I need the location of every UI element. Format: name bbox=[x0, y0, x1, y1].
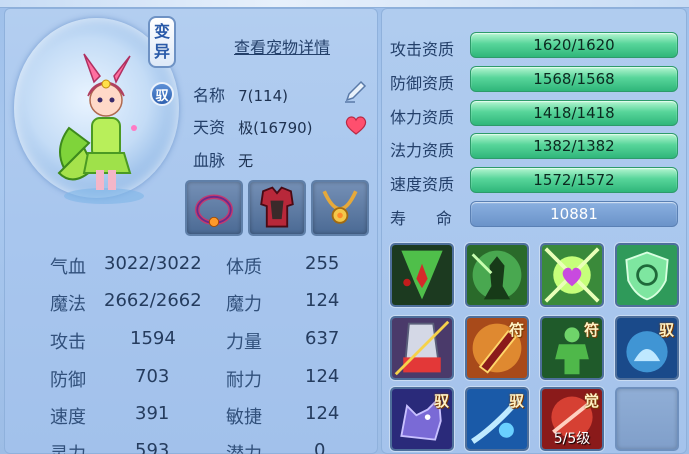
skill-slot-10[interactable]: 驭 bbox=[465, 387, 529, 451]
stat-value-hp: 3022/3022 bbox=[104, 253, 202, 274]
armor-strike-icon bbox=[392, 318, 452, 378]
stat-value-speed: 391 bbox=[135, 403, 170, 424]
skill-slot-7[interactable]: 符 bbox=[540, 316, 604, 380]
skill-slot-11[interactable]: 觉 5/5级 bbox=[540, 387, 604, 451]
skill-slot-6[interactable]: 符 bbox=[465, 316, 529, 380]
stat-value-mp: 2662/2662 bbox=[104, 290, 202, 311]
favorite-heart-icon[interactable] bbox=[344, 114, 368, 136]
skill-tag-awaken: 觉 bbox=[583, 392, 599, 410]
aptitude-bar-attack: 1620/1620 bbox=[470, 32, 678, 58]
stat-value-potential: 0 bbox=[314, 440, 326, 454]
equip-slot-necklace[interactable] bbox=[311, 180, 369, 236]
stat-label-potential: 潜力 bbox=[226, 440, 262, 454]
rename-pencil-icon[interactable] bbox=[343, 78, 369, 104]
aptitude-bar-mana: 1382/1382 bbox=[470, 133, 678, 159]
skill-slot-5[interactable] bbox=[390, 316, 454, 380]
aptitude-label-defense: 防御资质 bbox=[390, 74, 455, 93]
lifespan-label-b: 命 bbox=[436, 209, 453, 228]
stat-label-endurance: 耐力 bbox=[226, 370, 262, 391]
stat-value-endurance: 124 bbox=[305, 366, 340, 387]
tame-badge: 驭 bbox=[150, 82, 174, 106]
armor-icon bbox=[260, 186, 294, 228]
skill-level: 5/5级 bbox=[553, 431, 591, 447]
lifespan-bar: 10881 bbox=[470, 201, 678, 227]
lifespan-label-a: 寿 bbox=[390, 209, 407, 228]
stat-label-magic: 魔力 bbox=[226, 294, 262, 315]
aptitude-label-mana: 法力资质 bbox=[390, 141, 455, 160]
pet-talent-row: 天资 极(16790) bbox=[193, 114, 313, 138]
shield-guard-icon bbox=[617, 245, 677, 305]
aptitude-bar-defense: 1568/1568 bbox=[470, 66, 678, 92]
view-pet-details-link[interactable]: 查看宠物详情 bbox=[234, 34, 330, 58]
pet-bloodline-value: 无 bbox=[238, 152, 254, 170]
stat-label-strength: 力量 bbox=[226, 332, 262, 353]
stat-value-constitution: 255 bbox=[305, 253, 340, 274]
skill-slot-8[interactable]: 驭 bbox=[615, 316, 679, 380]
mutation-badge-char-2: 异 bbox=[153, 42, 170, 61]
mutation-badge: 变 异 bbox=[148, 16, 176, 68]
lifespan-label: 寿命 bbox=[390, 205, 452, 229]
aptitude-label-speed: 速度资质 bbox=[390, 175, 455, 194]
stat-label-attack: 攻击 bbox=[50, 332, 86, 353]
pet-bloodline-label: 血脉 bbox=[193, 151, 226, 170]
collar-icon bbox=[194, 194, 234, 228]
aptitude-bar-speed: 1572/1572 bbox=[470, 167, 678, 193]
stat-label-agility: 敏捷 bbox=[226, 407, 262, 428]
blood-drain-icon bbox=[392, 245, 452, 305]
skill-slot-4[interactable] bbox=[615, 243, 679, 307]
stat-label-hp: 气血 bbox=[50, 257, 86, 278]
pet-talent-label: 天资 bbox=[193, 118, 226, 137]
aptitude-label-stamina: 体力资质 bbox=[390, 108, 455, 127]
pet-name-value: 7(114) bbox=[238, 87, 288, 105]
stat-value-defense: 703 bbox=[135, 366, 170, 387]
stat-value-strength: 637 bbox=[305, 328, 340, 349]
shadow-warrior-icon bbox=[467, 245, 527, 305]
skill-tag-talisman-2: 符 bbox=[583, 321, 599, 339]
stat-label-defense: 防御 bbox=[50, 370, 86, 391]
aptitude-label-attack: 攻击资质 bbox=[390, 40, 455, 59]
pet-figure-icon bbox=[57, 53, 144, 204]
stat-value-agility: 124 bbox=[305, 403, 340, 424]
equip-slot-collar[interactable] bbox=[185, 180, 243, 236]
stat-label-mp: 魔法 bbox=[50, 294, 86, 315]
pet-name-row: 名称 7(114) bbox=[193, 82, 288, 106]
skill-tag-tame-2: 驭 bbox=[433, 392, 449, 410]
skill-tag-tame-1: 驭 bbox=[658, 321, 674, 339]
stat-label-constitution: 体质 bbox=[226, 257, 262, 278]
stat-value-magic: 124 bbox=[305, 290, 340, 311]
stat-label-spirit: 灵力 bbox=[50, 440, 86, 454]
pet-bloodline-row: 血脉 无 bbox=[193, 147, 253, 171]
equip-slot-armor[interactable] bbox=[248, 180, 306, 236]
necklace-icon bbox=[322, 190, 358, 224]
stat-label-speed: 速度 bbox=[50, 407, 86, 428]
aptitude-bar-stamina: 1418/1418 bbox=[470, 100, 678, 126]
skill-tag-tame-3: 驭 bbox=[508, 392, 524, 410]
pet-talent-value: 极(16790) bbox=[238, 119, 313, 137]
pet-name-label: 名称 bbox=[193, 86, 226, 105]
heart-burst-icon bbox=[542, 245, 602, 305]
stat-value-spirit: 593 bbox=[135, 440, 170, 454]
mutation-badge-char-1: 变 bbox=[153, 22, 170, 41]
stat-value-attack: 1594 bbox=[130, 328, 176, 349]
skill-slot-9[interactable]: 驭 bbox=[390, 387, 454, 451]
skill-slot-3[interactable] bbox=[540, 243, 604, 307]
skill-slot-2[interactable] bbox=[465, 243, 529, 307]
skill-tag-talisman: 符 bbox=[508, 321, 524, 339]
skill-slot-empty[interactable] bbox=[615, 387, 679, 451]
top-bar bbox=[0, 0, 689, 8]
skill-slot-1[interactable] bbox=[390, 243, 454, 307]
